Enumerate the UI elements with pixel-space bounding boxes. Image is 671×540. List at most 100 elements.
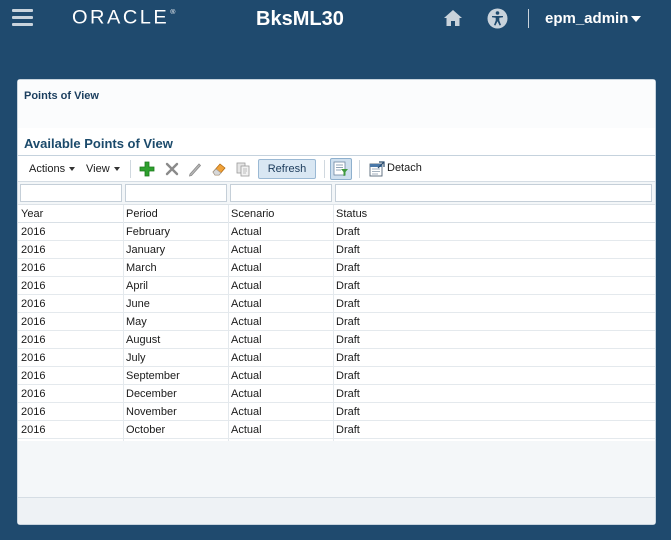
table-row[interactable]: 2016 September Actual Draft <box>18 367 655 385</box>
chevron-down-icon <box>69 167 76 172</box>
year-cell: 2016 <box>21 244 46 256</box>
status-cell: Draft <box>336 262 360 274</box>
top-bar: ORACLE® BksML30 epm_admin <box>0 0 671 40</box>
status-filter-input[interactable] <box>335 184 652 202</box>
hamburger-menu-icon[interactable] <box>12 9 33 27</box>
scenario-cell: Actual <box>231 424 262 436</box>
period-cell: September <box>126 370 180 382</box>
period-cell: November <box>126 406 177 418</box>
period-cell: August <box>126 334 161 346</box>
scenario-cell: Actual <box>231 298 262 310</box>
period-cell: January <box>126 244 166 256</box>
table-empty-area <box>18 441 655 498</box>
scenario-cell: Actual <box>231 316 262 328</box>
status-cell: Draft <box>336 226 360 238</box>
scenario-cell: Actual <box>231 388 262 400</box>
eraser-icon[interactable] <box>211 161 227 177</box>
chevron-down-icon[interactable] <box>631 16 641 22</box>
section-divider <box>18 155 655 156</box>
period-cell: February <box>126 226 171 238</box>
edit-icon[interactable] <box>187 161 203 177</box>
status-cell: Draft <box>336 244 360 256</box>
scenario-filter-input[interactable] <box>230 184 332 202</box>
table-row[interactable]: 2016 April Actual Draft <box>18 277 655 295</box>
actions-menu[interactable]: Actions <box>29 163 76 175</box>
status-cell: Draft <box>336 334 360 346</box>
scenario-cell: Actual <box>231 226 262 238</box>
view-menu[interactable]: View <box>86 163 120 175</box>
user-menu[interactable]: epm_admin <box>545 10 628 27</box>
column-header-period[interactable]: Period <box>126 208 158 220</box>
scenario-cell: Actual <box>231 352 262 364</box>
view-menu-label: View <box>86 163 110 175</box>
oracle-logo: ORACLE® <box>72 7 176 29</box>
column-header-scenario[interactable]: Scenario <box>231 208 274 220</box>
table-footer <box>18 497 655 524</box>
status-cell: Draft <box>336 388 360 400</box>
scenario-cell: Actual <box>231 280 262 292</box>
table-row[interactable]: 2016 December Actual Draft <box>18 385 655 403</box>
add-icon[interactable] <box>139 161 155 177</box>
period-cell: March <box>126 262 157 274</box>
scenario-cell: Actual <box>231 244 262 256</box>
year-cell: 2016 <box>21 406 46 418</box>
year-cell: 2016 <box>21 370 46 382</box>
accessibility-icon[interactable] <box>487 8 508 29</box>
table-row[interactable]: 2016 February Actual Draft <box>18 223 655 241</box>
period-cell: October <box>126 424 166 436</box>
toolbar: Actions View Refresh Detach <box>18 157 655 181</box>
scenario-cell: Actual <box>231 262 262 274</box>
points-of-view-panel: Points of View Available Points of View … <box>17 79 656 525</box>
table-row[interactable]: 2016 October Actual Draft <box>18 421 655 439</box>
table-row[interactable]: 2016 August Actual Draft <box>18 331 655 349</box>
year-cell: 2016 <box>21 280 46 292</box>
query-by-example-button[interactable] <box>330 158 352 180</box>
period-cell: June <box>126 298 150 310</box>
detach-icon <box>369 161 385 177</box>
column-header-year[interactable]: Year <box>21 208 43 220</box>
panel-header <box>18 80 655 128</box>
toolbar-separator <box>324 160 325 178</box>
period-filter-input[interactable] <box>125 184 227 202</box>
table-row[interactable]: 2016 March Actual Draft <box>18 259 655 277</box>
table-row[interactable]: 2016 June Actual Draft <box>18 295 655 313</box>
year-cell: 2016 <box>21 316 46 328</box>
year-cell: 2016 <box>21 226 46 238</box>
chevron-down-icon <box>113 167 120 172</box>
period-cell: July <box>126 352 146 364</box>
app-title: BksML30 <box>256 8 344 30</box>
panel-title: Points of View <box>24 90 99 102</box>
scenario-cell: Actual <box>231 406 262 418</box>
year-filter-input[interactable] <box>20 184 122 202</box>
copy-icon[interactable] <box>235 161 251 177</box>
toolbar-separator <box>359 160 360 178</box>
scenario-cell: Actual <box>231 370 262 382</box>
home-icon[interactable] <box>443 9 463 27</box>
detach-label: Detach <box>387 162 422 174</box>
year-cell: 2016 <box>21 334 46 346</box>
column-header-status[interactable]: Status <box>336 208 367 220</box>
period-cell: April <box>126 280 149 292</box>
status-cell: Draft <box>336 352 360 364</box>
year-cell: 2016 <box>21 424 46 436</box>
table-row[interactable]: 2016 January Actual Draft <box>18 241 655 259</box>
toolbar-separator <box>130 160 131 178</box>
query-by-example-icon <box>333 161 348 176</box>
period-cell: December <box>126 388 177 400</box>
period-cell: May <box>126 316 147 328</box>
table-row[interactable]: 2016 May Actual Draft <box>18 313 655 331</box>
table-row[interactable]: 2016 July Actual Draft <box>18 349 655 367</box>
status-cell: Draft <box>336 424 360 436</box>
points-of-view-table: Year Period Scenario Status 2016 February… <box>18 181 655 524</box>
table-header-row: Year Period Scenario Status <box>18 205 655 223</box>
status-cell: Draft <box>336 280 360 292</box>
filter-row <box>18 182 655 205</box>
table-body: 2016 February Actual Draft 2016 January Actual… <box>18 223 655 439</box>
refresh-button[interactable]: Refresh <box>258 159 316 179</box>
status-cell: Draft <box>336 406 360 418</box>
table-row[interactable]: 2016 November Actual Draft <box>18 403 655 421</box>
year-cell: 2016 <box>21 388 46 400</box>
delete-icon[interactable] <box>164 161 180 177</box>
status-cell: Draft <box>336 370 360 382</box>
header-divider <box>528 9 529 28</box>
